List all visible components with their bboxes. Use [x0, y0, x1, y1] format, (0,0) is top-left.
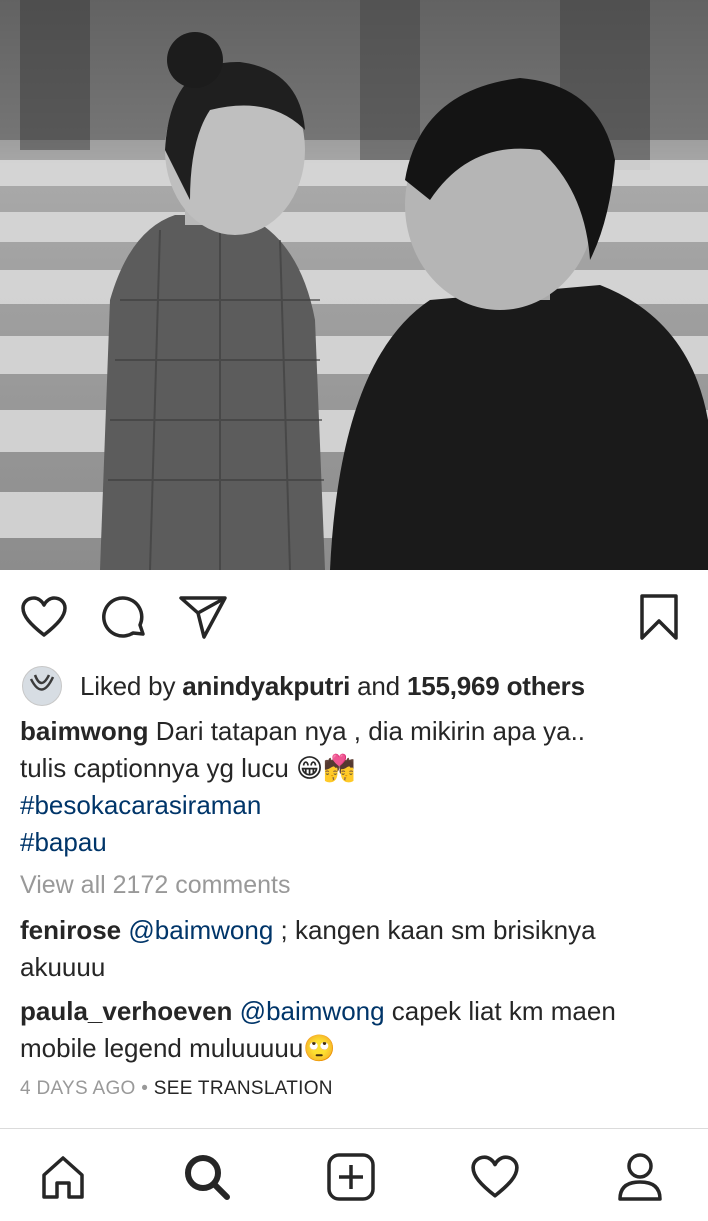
caption-username[interactable]: baimwong: [20, 716, 149, 746]
bottom-navigation: [0, 1128, 708, 1221]
meta-separator: •: [135, 1078, 154, 1099]
comment-item: paula_verhoeven @baimwong capek liat km …: [20, 993, 688, 1067]
search-icon[interactable]: [179, 1149, 235, 1205]
heart-outline-icon[interactable]: [19, 592, 69, 642]
post-timestamp: 4 DAYS AGO: [20, 1078, 136, 1099]
likes-text: Liked by anindyakputri and 155,969 other…: [80, 671, 585, 702]
comment-mention[interactable]: @baimwong: [128, 915, 273, 945]
heart-icon[interactable]: [467, 1149, 523, 1205]
comment-mention[interactable]: @baimwong: [240, 996, 385, 1026]
hashtag-link[interactable]: #besokacarasiraman: [20, 787, 688, 824]
person-icon[interactable]: [612, 1149, 668, 1205]
hashtag-link[interactable]: #bapau: [20, 824, 688, 861]
caption-text-line2: tulis captionnya yg lucu 😁💏: [20, 753, 356, 783]
post-actions: [0, 570, 708, 668]
add-square-icon[interactable]: [323, 1149, 379, 1205]
home-icon[interactable]: [35, 1149, 91, 1205]
post-image[interactable]: [0, 0, 708, 570]
avatar[interactable]: [22, 666, 62, 706]
likes-middle: and: [350, 670, 407, 701]
comment-username[interactable]: fenirose: [20, 915, 121, 945]
bookmark-outline-icon[interactable]: [634, 592, 684, 642]
comment-bubble-icon[interactable]: [99, 592, 149, 642]
view-all-comments-link[interactable]: View all 2172 comments: [20, 871, 291, 900]
paper-plane-icon[interactable]: [178, 592, 228, 642]
liker-username[interactable]: anindyakputri: [182, 671, 350, 701]
comment-username[interactable]: paula_verhoeven: [20, 996, 232, 1026]
comment-item: fenirose @baimwong ; kangen kaan sm bris…: [20, 912, 688, 986]
likes-prefix: Liked by: [80, 670, 183, 701]
likes-summary[interactable]: Liked by anindyakputri and 155,969 other…: [22, 663, 585, 709]
caption-text-line1: Dari tatapan nya , dia mikirin apa ya..: [155, 716, 586, 746]
post-meta: 4 DAYS AGO • SEE TRANSLATION: [20, 1078, 333, 1100]
likes-count[interactable]: 155,969 others: [407, 671, 585, 701]
post-caption: baimwong Dari tatapan nya , dia mikirin …: [20, 713, 688, 861]
see-translation-link[interactable]: SEE TRANSLATION: [154, 1078, 333, 1099]
